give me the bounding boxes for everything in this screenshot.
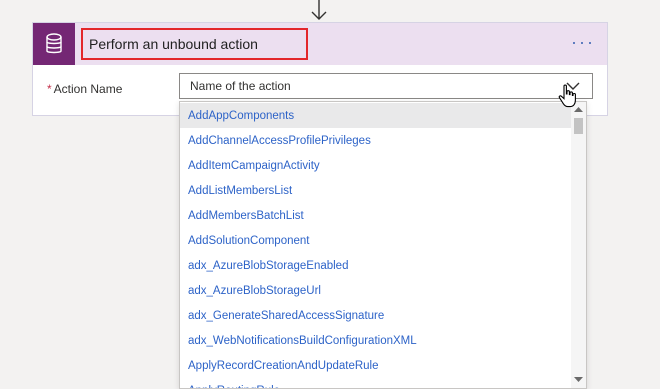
- dropdown-item[interactable]: AddChannelAccessProfilePrivileges: [180, 128, 572, 153]
- hand-cursor-icon: [558, 84, 576, 108]
- card-header[interactable]: Perform an unbound action ···: [33, 23, 607, 65]
- action-name-label-text: Action Name: [53, 82, 123, 96]
- scrollbar-thumb[interactable]: [574, 118, 583, 134]
- dropdown-item[interactable]: AddSolutionComponent: [180, 228, 572, 253]
- dropdown-item[interactable]: adx_AzureBlobStorageUrl: [180, 278, 572, 303]
- connector-tile: [33, 23, 75, 65]
- dropdown-item[interactable]: adx_AzureBlobStorageEnabled: [180, 253, 572, 278]
- dropdown-item[interactable]: AddItemCampaignActivity: [180, 153, 572, 178]
- dropdown-item[interactable]: ApplyRoutingRule: [180, 378, 572, 389]
- action-name-select[interactable]: Name of the action: [179, 73, 593, 99]
- database-icon: [46, 33, 62, 54]
- dropdown-item[interactable]: AddAppComponents: [180, 103, 572, 128]
- arrow-down-icon: [311, 0, 327, 20]
- dropdown-item[interactable]: adx_WebNotificationsBuildConfigurationXM…: [180, 328, 572, 353]
- dropdown-item[interactable]: adx_GenerateSharedAccessSignature: [180, 303, 572, 328]
- action-dropdown-list[interactable]: AddAppComponents AddChannelAccessProfileP…: [179, 101, 587, 389]
- scrollbar[interactable]: [571, 102, 586, 388]
- select-placeholder: Name of the action: [190, 79, 291, 93]
- more-options-button[interactable]: ···: [571, 33, 595, 51]
- action-name-label: * Action Name: [47, 82, 122, 96]
- dropdown-item[interactable]: AddListMembersList: [180, 178, 572, 203]
- action-title-text: Perform an unbound action: [89, 36, 258, 52]
- dropdown-item[interactable]: ApplyRecordCreationAndUpdateRule: [180, 353, 572, 378]
- required-mark: *: [47, 82, 52, 96]
- dropdown-item[interactable]: AddMembersBatchList: [180, 203, 572, 228]
- action-title[interactable]: Perform an unbound action: [81, 28, 308, 60]
- scroll-down-icon[interactable]: [574, 376, 583, 383]
